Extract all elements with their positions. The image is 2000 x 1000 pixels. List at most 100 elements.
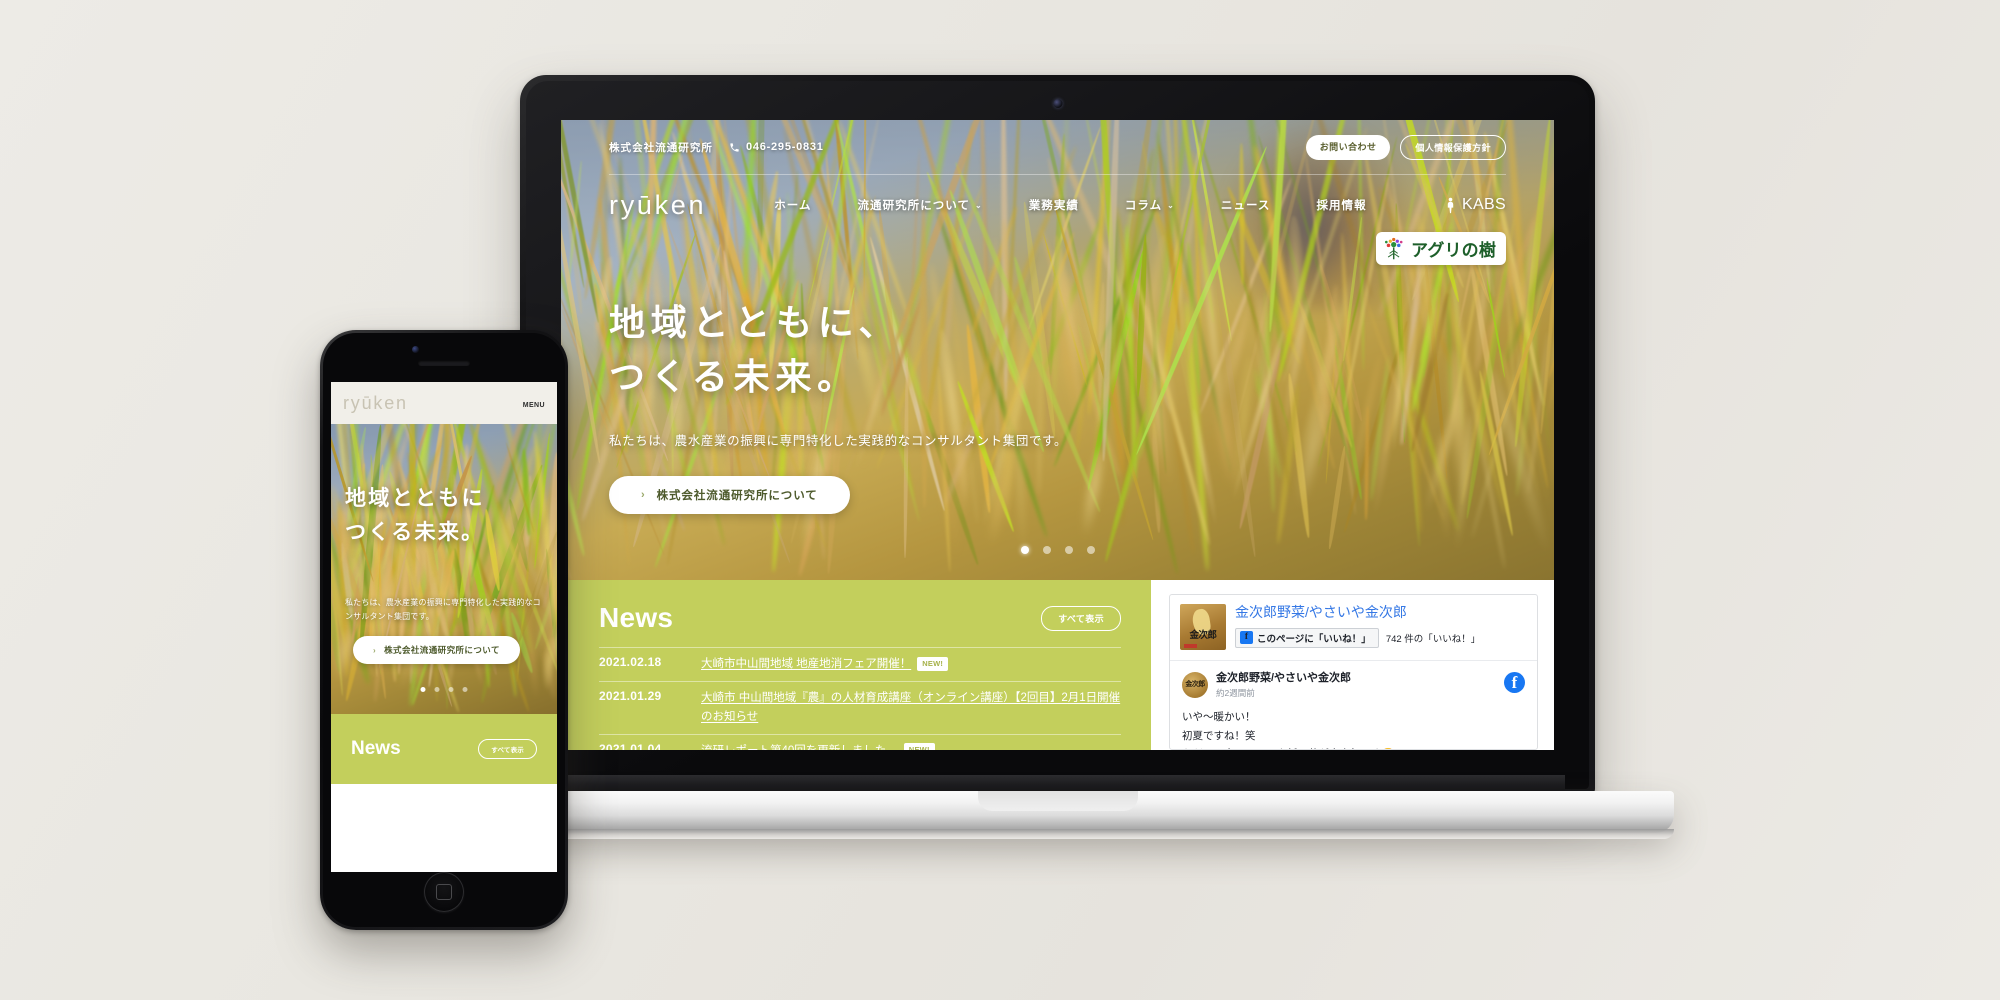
facebook-card: 金次郎 金次郎野菜/やさいや金次郎 f このページに「いいね！」 742 件の「… [1169,594,1538,750]
phone-camera-icon [412,346,419,353]
news-badge: NEW! [917,657,948,671]
contact-button[interactable]: お問い合わせ [1306,135,1391,160]
avatar-label: 金次郎 [1180,627,1226,641]
nav-label: ニュース [1221,197,1271,213]
website-desktop: 株式会社流通研究所 046-295-0831 お問い合わせ 個人情報保護方針 r… [561,120,1554,750]
slider-dots[interactable] [1021,546,1095,554]
chevron-right-icon: › [373,646,376,655]
hero-lead: 私たちは、農水産業の振興に専門特化した実践的なコンサルタント集団です。 [609,430,1067,449]
nav-links: ホーム 流通研究所について ⌄ 業務実績 コラム ⌄ ニュース 採用情報 [774,197,1366,213]
mobile-hero: 地域とともに つくる未来。 私たちは、農水産業の振興に専門特化した実践的なコンサ… [331,424,557,714]
mobile-slider-dot-1[interactable] [421,687,426,692]
chevron-down-icon: ⌄ [1167,201,1175,210]
mobile-slider-dots[interactable] [421,687,468,692]
top-utility-bar: 株式会社流通研究所 046-295-0831 お問い合わせ 個人情報保護方針 [561,120,1554,174]
nav-item-news[interactable]: ニュース [1221,197,1271,213]
slider-dot-3[interactable] [1065,546,1073,554]
news-view-all-button[interactable]: すべて表示 [1041,606,1121,631]
slider-dot-2[interactable] [1043,546,1051,554]
news-link[interactable]: 流研レポート第40回を更新しました。 NEW! [701,742,935,750]
post-line-3: ただいま春キャベツや新玉葱が大人気です😄 [1182,745,1525,750]
laptop-base [442,791,1674,833]
tree-icon [1383,237,1405,261]
site-logo[interactable]: ryūken [609,190,706,221]
mobile-hero-heading: 地域とともに つくる未来。 [345,482,485,550]
news-link[interactable]: 大崎市中山間地域 地産地消フェア開催！ NEW! [701,655,948,674]
avatar-label: 金次郎 [1182,679,1208,689]
mobile-slider-dot-4[interactable] [463,687,468,692]
nav-item-recruit[interactable]: 採用情報 [1316,197,1366,213]
laptop-lid: 株式会社流通研究所 046-295-0831 お問い合わせ 個人情報保護方針 r… [520,75,1595,795]
laptop-webcam-icon [1053,99,1062,108]
facebook-like-row: f このページに「いいね！」 742 件の「いいね！」 [1235,628,1480,648]
news-badge: NEW! [904,743,935,750]
facebook-post-header: 金次郎 金次郎野菜/やさいや金次郎 約2週間前 f [1182,672,1525,699]
nav-item-home[interactable]: ホーム [774,197,811,213]
mobile-hero-lead: 私たちは、農水産業の振興に専門特化した実践的なコンサルタント集団です。 [345,596,541,624]
mobile-menu-button[interactable]: MENU [523,394,545,412]
news-link[interactable]: 大崎市 中山間地域『農』の人材育成講座（オンライン講座）【2回目】2月1日開催の… [701,689,1121,727]
facebook-page-header: 金次郎 金次郎野菜/やさいや金次郎 f このページに「いいね！」 742 件の「… [1170,595,1537,661]
nav-label: コラム [1125,197,1162,213]
mobile-site-logo[interactable]: ryūken [343,393,408,414]
mobile-news-section: News すべて表示 [331,714,557,784]
phone-speaker [418,360,470,366]
hero-copy: 地域とともに、 つくる未来。 私たちは、農水産業の振興に専門特化した実践的なコン… [609,296,1067,514]
hero-heading-line2: つくる未来。 [609,350,1067,404]
laptop-screen: 株式会社流通研究所 046-295-0831 お問い合わせ 個人情報保護方針 r… [561,120,1554,750]
slider-dot-1[interactable] [1021,546,1029,554]
news-row[interactable]: 2021.02.18 大崎市中山間地域 地産地消フェア開催！ NEW! [599,647,1121,681]
facebook-logo-icon: f [1504,672,1525,693]
facebook-page-name[interactable]: 金次郎野菜/やさいや金次郎 [1235,604,1480,622]
news-date: 2021.01.29 [599,689,685,703]
mobile-cta-button[interactable]: › 株式会社流通研究所について [353,636,520,664]
facebook-page-meta: 金次郎野菜/やさいや金次郎 f このページに「いいね！」 742 件の「いいね！… [1235,604,1480,650]
mobile-slider-dot-3[interactable] [449,687,454,692]
chevron-right-icon: › [641,489,646,501]
facebook-widget: 金次郎 金次郎野菜/やさいや金次郎 f このページに「いいね！」 742 件の「… [1151,580,1554,750]
kabs-link[interactable]: KABS [1444,196,1506,214]
rice-blade [1327,446,1347,550]
news-row[interactable]: 2021.01.29 大崎市 中山間地域『農』の人材育成講座（オンライン講座）【… [599,681,1121,734]
slider-dot-4[interactable] [1087,546,1095,554]
facebook-post-meta: 金次郎野菜/やさいや金次郎 約2週間前 [1216,672,1351,699]
hero-heading-line1: 地域とともに、 [609,296,1067,350]
privacy-policy-button[interactable]: 個人情報保護方針 [1400,135,1506,160]
mobile-hero-line2: つくる未来。 [345,516,485,550]
person-icon [1444,197,1457,214]
facebook-post-body: いや〜暖かい！ 初夏ですね！笑 ただいま春キャベツや新玉葱が大人気です😄 採れた… [1182,708,1525,750]
news-row[interactable]: 2021.01.04 流研レポート第40回を更新しました。 NEW! [599,734,1121,750]
nav-item-about[interactable]: 流通研究所について ⌄ [858,197,983,213]
hero-cta-button[interactable]: › 株式会社流通研究所について [609,476,850,514]
phone-mockup: ryūken MENU 地域とともに つくる未来。 私たちは、農水産業の振興に専… [320,330,568,930]
mobile-slider-dot-2[interactable] [435,687,440,692]
nav-label: ホーム [774,197,811,213]
facebook-like-label: このページに「いいね！」 [1257,631,1371,645]
facebook-post-author[interactable]: 金次郎野菜/やさいや金次郎 [1216,672,1351,685]
mobile-news-view-all-button[interactable]: すべて表示 [478,739,537,759]
nav-item-column[interactable]: コラム ⌄ [1125,197,1175,213]
laptop-base-edge [442,829,1674,839]
chevron-down-icon: ⌄ [975,201,983,210]
facebook-like-button[interactable]: f このページに「いいね！」 [1235,628,1379,648]
phone-number: 046-295-0831 [729,141,824,153]
news-header: News すべて表示 [599,602,1121,634]
agri-badge-label: アグリの樹 [1411,236,1496,261]
phone-number-text: 046-295-0831 [746,141,824,153]
phone-screen: ryūken MENU 地域とともに つくる未来。 私たちは、農水産業の振興に専… [331,382,557,872]
news-date: 2021.01.04 [599,742,685,750]
agri-badge[interactable]: アグリの樹 [1376,232,1506,265]
facebook-post-time: 約2週間前 [1216,687,1351,699]
rice-head [1429,286,1444,364]
phone-icon [729,142,740,153]
post-line-2: 初夏ですね！笑 [1182,727,1525,745]
mobile-news-title: News [351,738,401,760]
nav-label: 採用情報 [1316,197,1366,213]
phone-home-button[interactable] [424,872,464,912]
company-name: 株式会社流通研究所 [609,140,713,155]
news-section: News すべて表示 2021.02.18 大崎市中山間地域 地産地消フェア開催… [561,580,1151,750]
facebook-like-count: 742 件の「いいね！」 [1386,631,1481,645]
news-text: 流研レポート第40回を更新しました。 [701,745,898,750]
mobile-header: ryūken MENU [331,382,557,424]
nav-item-works[interactable]: 業務実績 [1029,197,1079,213]
